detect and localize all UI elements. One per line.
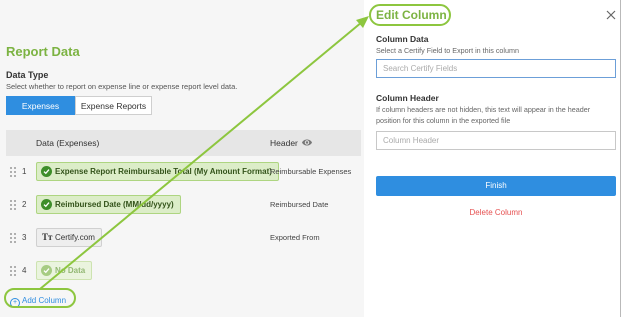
close-icon[interactable] (606, 10, 616, 20)
field-chip[interactable]: No Data (36, 261, 93, 280)
field-chip-label: No Data (55, 266, 86, 275)
row-number: 3 (22, 233, 27, 242)
report-data-panel: Report Data Data Type Select whether to … (0, 0, 364, 317)
edit-column-highlight (369, 4, 451, 26)
drag-handle-icon[interactable] (10, 266, 16, 276)
search-placeholder: Search Certify Fields (383, 64, 458, 73)
search-certify-fields-input[interactable]: Search Certify Fields (376, 59, 616, 78)
text-type-icon: Tт (42, 232, 53, 242)
data-type-label: Data Type (6, 70, 49, 80)
column-header-header: Header (270, 138, 298, 148)
table-row: 2 Reimbursed Date (MM/dd/yyyy) Reimburse… (6, 192, 361, 218)
row-number: 4 (22, 266, 27, 275)
column-header-help: If column headers are not hidden, this t… (376, 105, 591, 125)
check-circle-icon (41, 199, 52, 210)
field-chip[interactable]: Reimbursed Date (MM/dd/yyyy) (36, 195, 181, 214)
check-circle-icon (41, 265, 52, 276)
eye-icon[interactable] (301, 137, 313, 148)
table-row: 4 No Data (6, 258, 361, 284)
field-chip-label: Reimbursed Date (MM/dd/yyyy) (55, 200, 174, 209)
field-chip[interactable]: Tт Certify.com (36, 228, 102, 247)
field-chip-label: Certify.com (55, 233, 95, 242)
row-header-text: Exported From (270, 233, 320, 242)
tab-expenses[interactable]: Expenses (6, 96, 75, 115)
drag-handle-icon[interactable] (10, 200, 16, 210)
report-data-title: Report Data (6, 44, 80, 59)
row-header-text: Reimbursed Date (270, 200, 329, 209)
field-chip[interactable]: Expense Report Reimbursable Total (My Am… (36, 162, 279, 181)
column-header-placeholder: Column Header (383, 136, 440, 145)
drag-handle-icon[interactable] (10, 233, 16, 243)
finish-button[interactable]: Finish (376, 176, 616, 196)
tab-expense-reports[interactable]: Expense Reports (75, 96, 152, 115)
row-number: 1 (22, 167, 27, 176)
table-header-row: Data (Expenses) Header (6, 130, 361, 156)
column-data-label: Column Data (376, 34, 429, 44)
table-row: 3 Tт Certify.com Exported From (6, 225, 361, 251)
column-header-label: Column Header (376, 93, 439, 103)
table-row: 1 Expense Report Reimbursable Total (My … (6, 159, 361, 185)
add-column-highlight (4, 288, 76, 308)
column-data-help: Select a Certify Field to Export in this… (376, 46, 520, 55)
data-type-tabs: Expenses Expense Reports (6, 96, 152, 115)
drag-handle-icon[interactable] (10, 167, 16, 177)
data-type-help: Select whether to report on expense line… (6, 82, 238, 91)
check-circle-icon (41, 166, 52, 177)
delete-column-button[interactable]: Delete Column (376, 208, 616, 217)
column-header-input[interactable]: Column Header (376, 131, 616, 150)
field-chip-label: Expense Report Reimbursable Total (My Am… (55, 167, 272, 176)
row-number: 2 (22, 200, 27, 209)
row-header-text: Reimbursable Expenses (270, 167, 352, 176)
column-header-data: Data (Expenses) (36, 138, 100, 148)
